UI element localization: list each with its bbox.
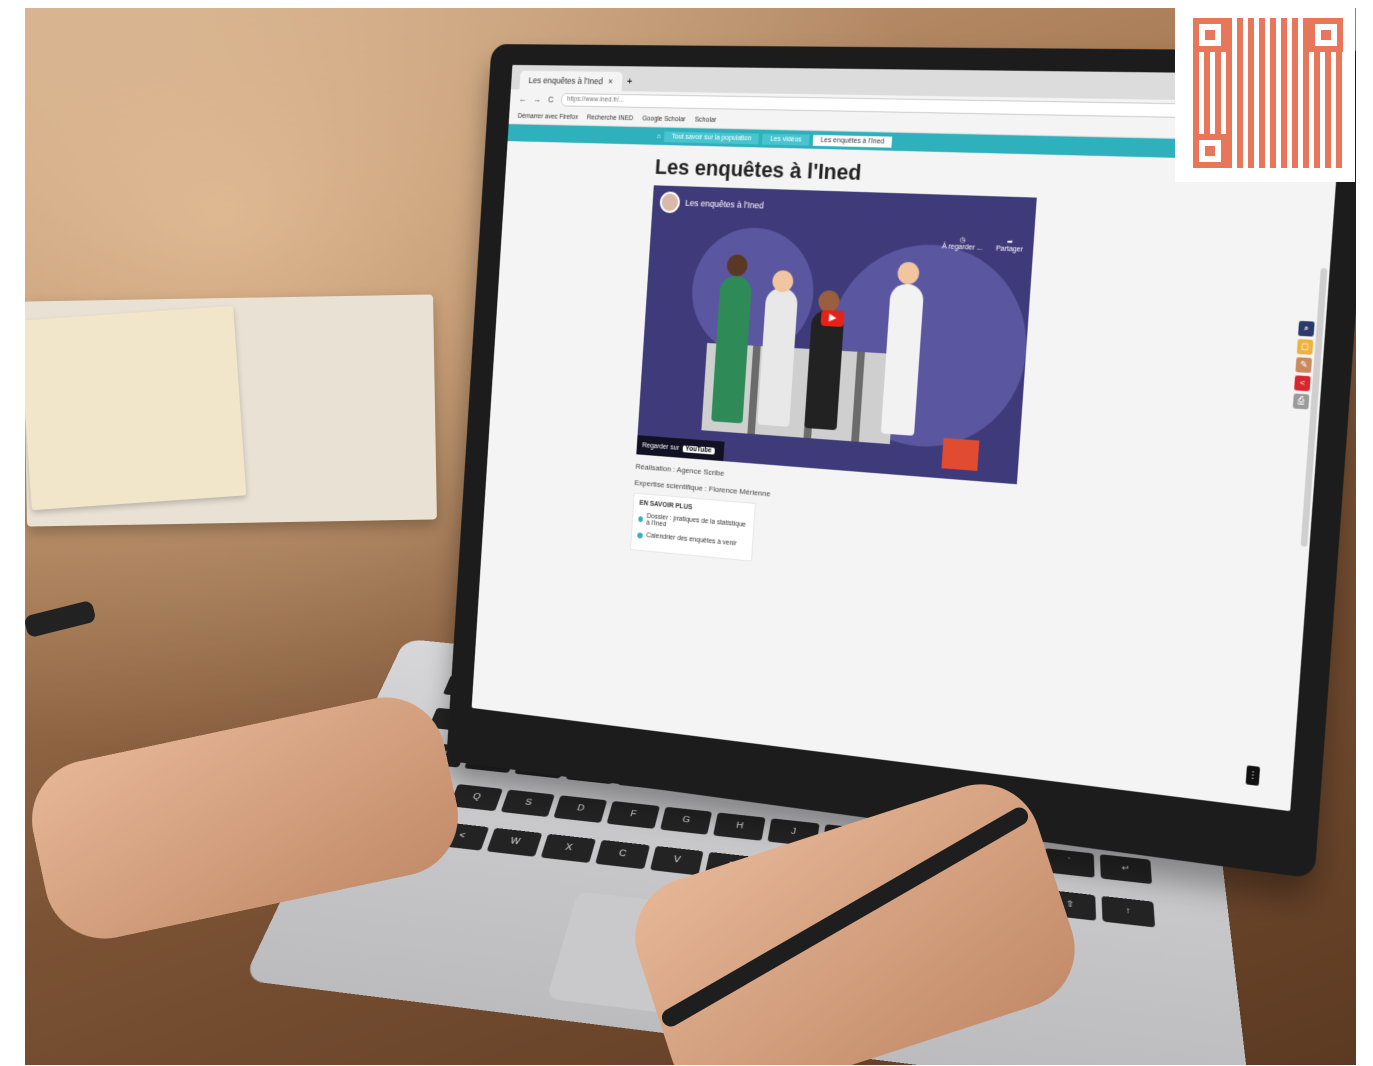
share-icon[interactable]: <: [1294, 375, 1311, 391]
menu-button[interactable]: ⋮: [1246, 765, 1260, 786]
channel-logo[interactable]: [659, 191, 680, 213]
keyboard-key[interactable]: H: [713, 812, 765, 840]
watch-on-label: Regarder sur: [642, 442, 679, 452]
more-box: EN SAVOIR PLUS Dossier : pratiques de la…: [630, 493, 756, 562]
notepad: [25, 306, 246, 511]
bookmark-item[interactable]: Scholar: [695, 116, 717, 123]
keyboard-key[interactable]: D: [554, 795, 608, 823]
keyboard-key[interactable]: S: [501, 789, 555, 816]
play-icon[interactable]: ▶: [821, 310, 845, 327]
keyboard-key[interactable]: G: [660, 806, 713, 834]
forward-arrow-icon[interactable]: →: [533, 94, 541, 104]
page-content: Les enquêtes à l'Ined Les enquêtes à l'I…: [483, 141, 1338, 614]
keyboard-key[interactable]: ↵: [1100, 854, 1152, 884]
video-header: Les enquêtes à l'Ined: [659, 191, 764, 216]
video-player[interactable]: Les enquêtes à l'Ined ◷ À regarder ... ➦…: [636, 185, 1036, 484]
keyboard-key[interactable]: C: [595, 840, 650, 869]
share-label: Partager: [996, 245, 1024, 253]
new-tab-button[interactable]: +: [627, 77, 633, 88]
edit-icon[interactable]: ✎: [1295, 357, 1312, 373]
bullet-icon: [638, 516, 643, 522]
more-link-label: Dossier : pratiques de la statistique à …: [646, 513, 748, 536]
pens: [25, 600, 97, 638]
breadcrumb-item[interactable]: Les vidéos: [762, 133, 809, 145]
qr-finder: [1193, 134, 1227, 168]
search-icon[interactable]: ⌕: [1298, 321, 1315, 337]
gift-box-illustration: [941, 438, 979, 471]
print-icon[interactable]: ⎙: [1293, 393, 1310, 409]
photo-background: escF1F2F3F4F5F6F7F8F9F10F11F12⏏@&é"'(§è!…: [25, 8, 1356, 1065]
browser-tab[interactable]: Les enquêtes à l'Ined ×: [519, 71, 622, 91]
more-link-label: Calendrier des enquêtes à venir: [646, 532, 737, 547]
youtube-logo: YouTube: [682, 445, 714, 454]
bookmark-item[interactable]: Recherche INED: [587, 114, 634, 122]
close-icon[interactable]: ×: [608, 77, 613, 87]
breadcrumb-item-current: Les enquêtes à l'Ined: [813, 134, 893, 147]
qr-finder: [1193, 18, 1227, 52]
bullet-icon: [637, 532, 643, 538]
reload-icon[interactable]: C: [548, 95, 554, 105]
watch-later-button[interactable]: ◷ À regarder ...: [942, 235, 984, 252]
keyboard-key[interactable]: F: [606, 801, 659, 829]
bookmark-item[interactable]: Google Scholar: [642, 115, 686, 123]
keyboard-key[interactable]: V: [650, 846, 704, 876]
back-arrow-icon[interactable]: ←: [519, 94, 527, 104]
keyboard-key[interactable]: X: [541, 834, 596, 863]
share-button[interactable]: ➦ Partager: [996, 237, 1024, 253]
bookmark-item[interactable]: Démarrer avec Firefox: [518, 113, 579, 121]
desk-divider: [851, 352, 865, 442]
home-icon[interactable]: ⌂: [657, 133, 661, 140]
tab-title: Les enquêtes à l'Ined: [528, 75, 603, 86]
keyboard-key[interactable]: W: [487, 828, 543, 857]
video-title[interactable]: Les enquêtes à l'Ined: [685, 198, 764, 210]
illustration-circle: [688, 226, 817, 359]
qr-finder: [1309, 18, 1343, 52]
bookmark-icon[interactable]: ▢: [1297, 339, 1314, 355]
keyboard-key[interactable]: ↑: [1102, 896, 1155, 928]
qr-code[interactable]: [1175, 0, 1355, 182]
watch-on-youtube[interactable]: Regarder sur YouTube: [636, 435, 724, 461]
breadcrumb-item[interactable]: Tout savoir sur la population: [664, 131, 759, 144]
